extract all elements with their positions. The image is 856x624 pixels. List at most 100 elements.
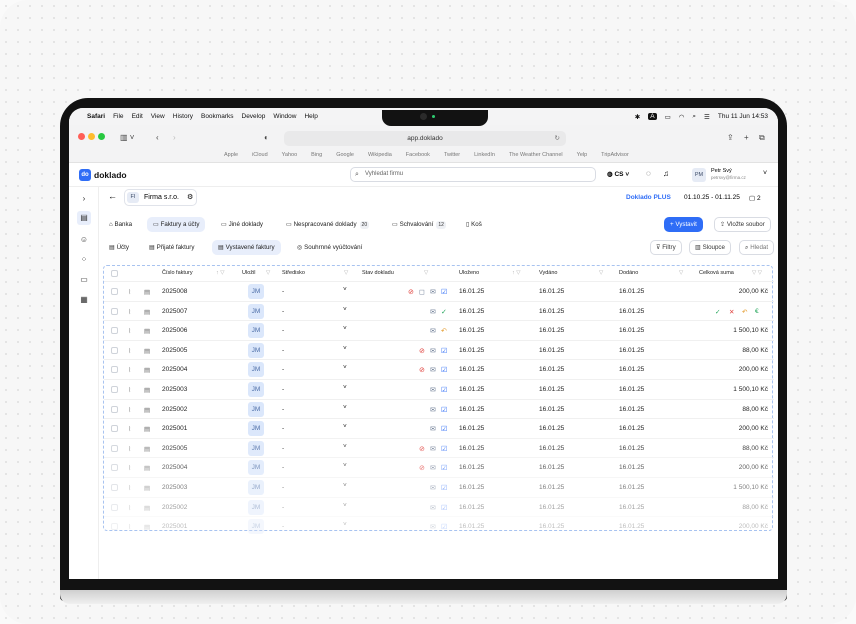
contacts-icon[interactable]: ☺	[77, 233, 91, 247]
filter-icon[interactable]: ▽	[679, 270, 683, 276]
invoice-number[interactable]: 2025007	[162, 308, 187, 315]
table-row[interactable]: ⌇ ▤ 2025004 JM - ˅ ⊘ ✉ ☑ 16.01.25 16.01.25 16.01.25…	[104, 457, 774, 477]
favorite-link[interactable]: The Weather Channel	[509, 152, 563, 158]
privacy-shield-icon[interactable]: ◐	[264, 133, 269, 142]
table-row[interactable]: ⌇ ▤ 2025006 JM - ˅ ✉ ↶ 16.01.25 16.01.25 16.01.25 1…	[104, 320, 774, 340]
issue-invoice-button[interactable]: + Vystavit	[664, 217, 703, 232]
wifi-icon[interactable]: ◠	[679, 113, 685, 121]
returned-icon[interactable]: ↶	[441, 327, 447, 336]
verified-icon[interactable]: ☑	[441, 347, 447, 356]
mail-icon[interactable]: ✉	[430, 464, 436, 473]
col-status[interactable]: Stav dokladu	[362, 270, 394, 276]
document-icon[interactable]: ▤	[144, 347, 150, 355]
menu-history[interactable]: History	[173, 113, 193, 120]
center-dropdown-icon[interactable]: ˅	[343, 482, 347, 489]
center-dropdown-icon[interactable]: ˅	[343, 462, 347, 469]
favorite-link[interactable]: TripAdvisor	[601, 152, 629, 158]
avatar[interactable]: PM	[692, 168, 706, 182]
center-dropdown-icon[interactable]: ˅	[343, 345, 347, 352]
menubar-clock[interactable]: Thu 11 Jun 14:53	[718, 113, 768, 120]
center-dropdown-icon[interactable]: ˅	[343, 423, 347, 430]
menu-view[interactable]: View	[151, 113, 165, 120]
attachment-icon[interactable]: ⌇	[128, 484, 131, 492]
row-checkbox[interactable]	[111, 288, 118, 295]
address-bar[interactable]: app.doklado ↻	[284, 131, 566, 146]
favorite-link[interactable]: iCloud	[252, 152, 268, 158]
mail-icon[interactable]: ✉	[430, 288, 436, 297]
reports-icon[interactable]: ▦	[77, 293, 91, 307]
favorite-link[interactable]: Yahoo	[282, 152, 298, 158]
comment-icon[interactable]: ◻	[419, 288, 425, 297]
attachment-icon[interactable]: ⌇	[128, 445, 131, 453]
favorite-link[interactable]: Google	[336, 152, 354, 158]
col-number[interactable]: Číslo faktury	[162, 270, 193, 276]
center-dropdown-icon[interactable]: ˅	[343, 364, 347, 371]
filter-icon[interactable]: ▽	[266, 270, 270, 276]
mail-icon[interactable]: ✉	[430, 504, 436, 513]
doklado-logo[interactable]: do doklado	[79, 169, 127, 181]
favorite-link[interactable]: Bing	[311, 152, 322, 158]
row-checkbox[interactable]	[111, 425, 118, 433]
invoice-number[interactable]: 2025004	[162, 464, 187, 471]
subtab-ucty[interactable]: ▤ Účty	[103, 240, 135, 255]
menu-app-name[interactable]: Safari	[87, 113, 105, 120]
filter-icon[interactable]: ▽	[424, 270, 428, 276]
row-checkbox[interactable]	[111, 523, 118, 531]
menu-window[interactable]: Window	[273, 113, 296, 120]
center-dropdown-icon[interactable]: ˅	[343, 404, 347, 411]
menu-file[interactable]: File	[113, 113, 123, 120]
battery-icon[interactable]: ▭	[665, 113, 671, 121]
mail-icon[interactable]: ✉	[430, 366, 436, 375]
center-dropdown-icon[interactable]: ˅	[343, 502, 347, 509]
verified-icon[interactable]: ☑	[441, 523, 447, 532]
doc-count[interactable]: ▢ 2	[749, 194, 761, 202]
apps-icon[interactable]: ⁘	[77, 253, 91, 267]
devices-icon[interactable]: ▭	[77, 273, 91, 287]
table-search-input[interactable]: ⌕ Hledat	[739, 240, 774, 255]
table-row[interactable]: ⌇ ▤ 2025008 JM - ˅ ⊘ ◻ ✉ ☑ 16.01.25 16.01.25 16.01.2…	[104, 281, 774, 301]
verified-icon[interactable]: ☑	[441, 484, 447, 493]
document-icon[interactable]: ▤	[144, 523, 150, 531]
table-row[interactable]: ⌇ ▤ 2025002 JM - ˅ ✉ ☑ 16.01.25 16.01.25 16.01.25 8…	[104, 496, 774, 517]
table-row[interactable]: ⌇ ▤ 2025007 JM - ˅ ✉ ✓ 16.01.25 16.01.25 16.01.25 ✓…	[104, 300, 774, 321]
menu-edit[interactable]: Edit	[132, 113, 143, 120]
warning-icon[interactable]: ⊘	[419, 464, 425, 473]
tab-faktury-a-ucty[interactable]: ▭ Faktury a účty	[147, 217, 206, 232]
company-search-input[interactable]: ⌕ Vyhledat firmu	[350, 167, 596, 182]
favorite-link[interactable]: Twitter	[444, 152, 460, 158]
tab-banka[interactable]: ⌂ Banka	[103, 217, 138, 232]
user-menu-chevron-icon[interactable]: ˅	[763, 170, 767, 177]
document-icon[interactable]: ▤	[144, 425, 150, 433]
invoice-number[interactable]: 2025001	[162, 523, 187, 530]
zoom-window-button[interactable]	[98, 133, 105, 140]
undo-icon[interactable]: ↶	[742, 308, 747, 316]
tab-jine-doklady[interactable]: ▭ Jiné doklady	[215, 217, 269, 232]
table-row[interactable]: ⌇ ▤ 2025003 JM - ˅ ✉ ☑ 16.01.25 16.01.25 16.01.25 1…	[104, 477, 774, 497]
document-icon[interactable]: ▤	[144, 288, 150, 296]
invoice-number[interactable]: 2025003	[162, 386, 187, 393]
invoice-number[interactable]: 2025002	[162, 504, 187, 511]
row-checkbox[interactable]	[111, 307, 118, 315]
center-dropdown-icon[interactable]: ˅	[343, 384, 347, 391]
center-dropdown-icon[interactable]: ˅	[343, 521, 347, 528]
center-dropdown-icon[interactable]: ˅	[343, 443, 347, 450]
verified-icon[interactable]: ☑	[441, 288, 447, 297]
invoice-number[interactable]: 2025005	[162, 445, 187, 452]
attachment-icon[interactable]: ⌇	[128, 308, 131, 316]
mail-icon[interactable]: ✉	[430, 327, 436, 336]
favorite-link[interactable]: Facebook	[406, 152, 430, 158]
verified-icon[interactable]: ☑	[441, 406, 447, 415]
row-checkbox[interactable]	[111, 484, 118, 491]
columns-button[interactable]: ▥ Sloupce	[689, 240, 731, 255]
filter-icon[interactable]: ▽	[599, 270, 603, 276]
verified-icon[interactable]: ☑	[441, 504, 447, 513]
tab-nespracovane-doklady[interactable]: ▭ Nespracované doklady 20	[280, 217, 375, 232]
plan-name[interactable]: Doklado PLUS	[626, 194, 671, 201]
row-checkbox[interactable]	[111, 386, 118, 393]
language-select[interactable]: ◍ CS ˅	[607, 170, 629, 178]
row-checkbox[interactable]	[111, 503, 118, 511]
expand-sidebar-icon[interactable]: ›	[77, 192, 91, 206]
table-row[interactable]: ⌇ ▤ 2025001 JM - ˅ ✉ ☑ 16.01.25 16.01.25 16.01.25 2…	[104, 516, 774, 536]
attachment-icon[interactable]: ⌇	[128, 386, 131, 394]
attachment-icon[interactable]: ⌇	[128, 504, 131, 512]
